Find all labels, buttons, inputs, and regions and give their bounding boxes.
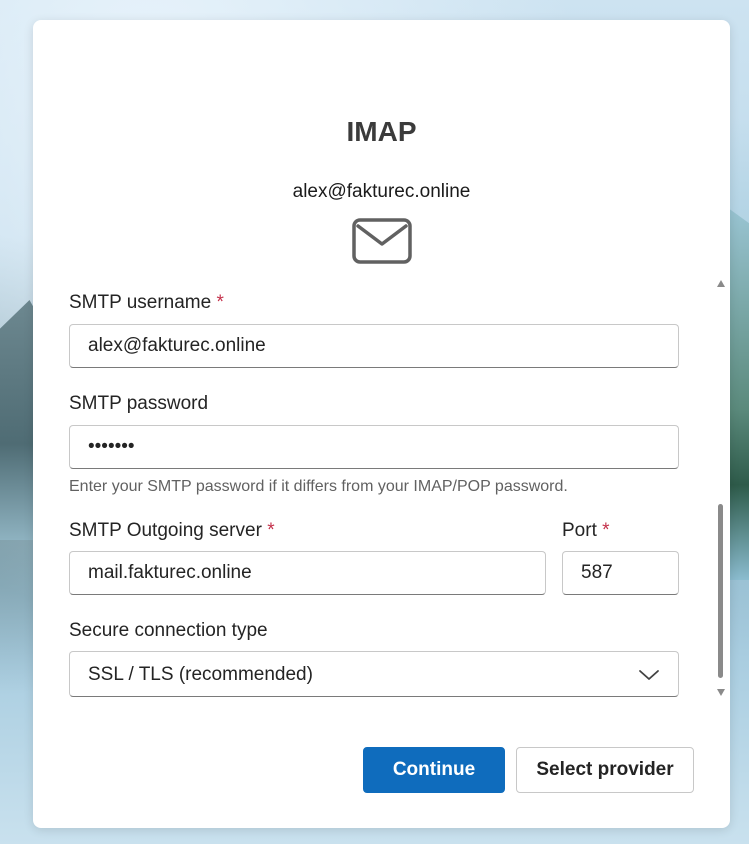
imap-setup-dialog: IMAP alex@fakturec.online SMTP username … bbox=[33, 20, 730, 828]
port-label: Port * bbox=[562, 520, 610, 542]
secure-connection-value: SSL / TLS (recommended) bbox=[88, 664, 313, 685]
secure-connection-label: Secure connection type bbox=[69, 620, 268, 642]
scroll-down-arrow-icon[interactable] bbox=[717, 689, 725, 696]
smtp-server-label: SMTP Outgoing server * bbox=[69, 520, 275, 542]
port-label-text: Port bbox=[562, 520, 597, 541]
smtp-password-label-text: SMTP password bbox=[69, 393, 209, 414]
smtp-server-input[interactable] bbox=[69, 551, 546, 595]
required-marker: * bbox=[602, 520, 610, 541]
envelope-icon bbox=[352, 218, 412, 264]
smtp-password-hint: Enter your SMTP password if it differs f… bbox=[69, 478, 568, 495]
continue-button[interactable]: Continue bbox=[363, 747, 505, 793]
smtp-password-label: SMTP password bbox=[69, 393, 208, 415]
required-marker: * bbox=[216, 292, 224, 313]
scrollbar-thumb[interactable] bbox=[718, 504, 723, 678]
secure-connection-dropdown[interactable]: SSL / TLS (recommended) bbox=[69, 651, 679, 697]
smtp-username-label: SMTP username * bbox=[69, 292, 224, 314]
scroll-up-arrow-icon[interactable] bbox=[717, 280, 725, 287]
smtp-server-label-text: SMTP Outgoing server bbox=[69, 520, 262, 541]
secure-connection-label-text: Secure connection type bbox=[69, 620, 268, 641]
form-scrollbar[interactable] bbox=[715, 278, 727, 698]
smtp-username-label-text: SMTP username bbox=[69, 292, 212, 313]
chevron-down-icon bbox=[639, 670, 659, 680]
smtp-username-input[interactable] bbox=[69, 324, 679, 368]
port-input[interactable] bbox=[562, 551, 679, 595]
account-email: alex@fakturec.online bbox=[292, 181, 471, 202]
dialog-title: IMAP bbox=[346, 116, 417, 147]
select-provider-button[interactable]: Select provider bbox=[516, 747, 694, 793]
smtp-password-input[interactable] bbox=[69, 425, 679, 469]
required-marker: * bbox=[267, 520, 275, 541]
